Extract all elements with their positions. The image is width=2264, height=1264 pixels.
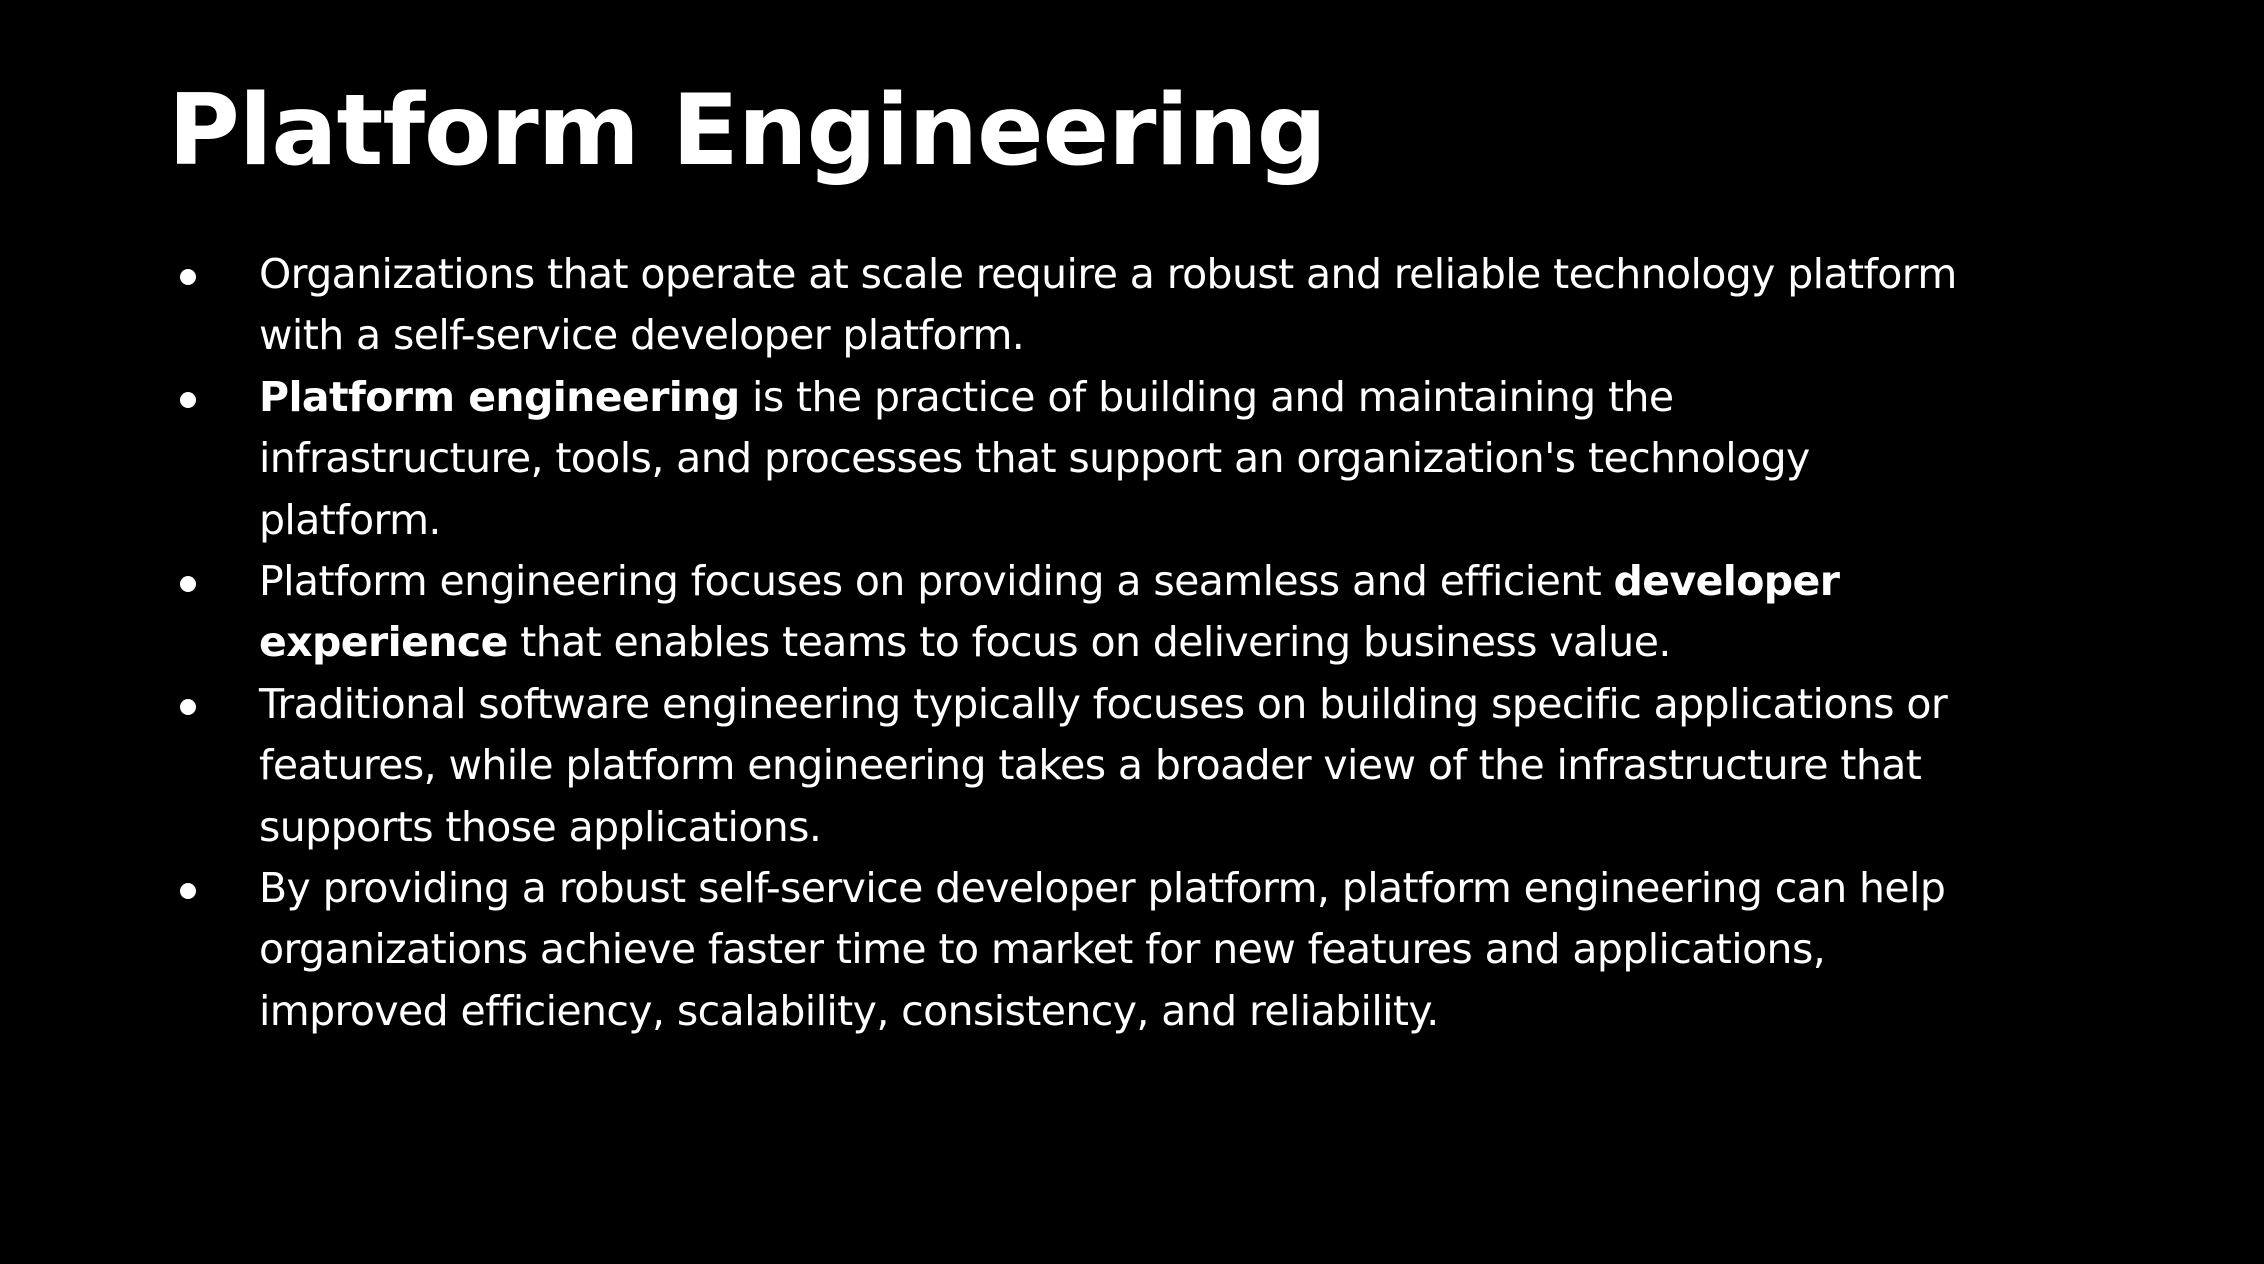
bullet-text: that enables teams to focus on deliverin… (507, 618, 1671, 667)
bullet-dot-icon (180, 391, 196, 408)
bullet-dot-icon (180, 576, 196, 593)
bullet-item: Organizations that operate at scale requ… (168, 244, 1958, 367)
bullet-text: Traditional software engineering typical… (259, 679, 1948, 851)
bullet-item: Platform engineering is the practice of … (168, 367, 1958, 551)
bullet-dot-icon (180, 269, 196, 285)
bullet-item: By providing a robust self-service devel… (168, 858, 1958, 1042)
bullet-text: Platform engineering focuses on providin… (259, 557, 1614, 606)
bullet-bold-term: Platform engineering (259, 372, 740, 421)
bullet-list: Organizations that operate at scale requ… (168, 244, 1958, 1042)
bullet-text: By providing a robust self-service devel… (259, 864, 1946, 1035)
bullet-dot-icon (180, 883, 196, 900)
bullet-text: Organizations that operate at scale requ… (259, 250, 1957, 360)
bullet-dot-icon (180, 698, 196, 715)
slide: Platform Engineering Organizations that … (0, 0, 2264, 1264)
bullet-item: Platform engineering focuses on providin… (168, 551, 1958, 674)
slide-title: Platform Engineering (168, 74, 1327, 188)
bullet-item: Traditional software engineering typical… (168, 674, 1958, 858)
